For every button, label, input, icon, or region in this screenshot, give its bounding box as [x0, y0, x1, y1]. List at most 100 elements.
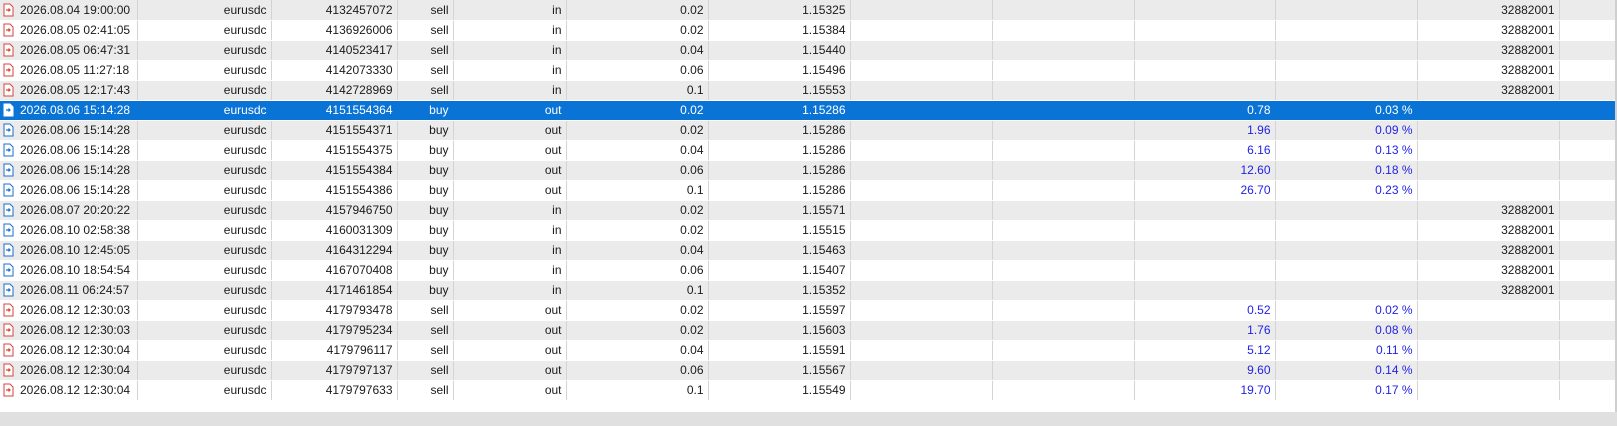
deal-time-text: 2026.08.04 19:00:00	[20, 2, 131, 17]
table-row[interactable]: 2026.08.12 12:30:03 eurusdc 4179793478 sell…	[0, 300, 1617, 321]
table-row[interactable]: 2026.08.05 02:41:05 eurusdc 4136926006 sell…	[0, 20, 1617, 41]
deal-price: 1.15286	[708, 160, 851, 181]
table-row[interactable]: 2026.08.12 12:30:04 eurusdc 4179796117 sell…	[0, 340, 1617, 361]
deal-position-id: 32882001	[1417, 200, 1560, 221]
deal-time-text: 2026.08.05 06:47:31	[20, 43, 131, 57]
empty-cell	[992, 60, 1135, 81]
empty-cell	[850, 140, 993, 161]
deal-ticket: 4151554371	[271, 120, 398, 141]
deal-price: 1.15603	[708, 320, 851, 341]
deal-direction: in	[453, 0, 567, 21]
empty-cell	[850, 60, 993, 81]
deal-symbol: eurusdc	[137, 380, 272, 401]
deal-time: 2026.08.06 15:14:28	[0, 140, 138, 161]
deal-ticket: 4179795234	[271, 320, 398, 341]
buy-deal-icon	[3, 183, 14, 197]
empty-cell	[1559, 160, 1617, 181]
deal-time-text: 2026.08.05 12:17:43	[20, 83, 131, 97]
empty-cell	[992, 320, 1135, 341]
deal-position-id: 32882001	[1417, 40, 1560, 61]
deal-direction: in	[453, 220, 567, 241]
deal-profit-percent: 0.17 %	[1275, 380, 1418, 401]
empty-cell	[850, 0, 993, 21]
deal-symbol: eurusdc	[137, 60, 272, 81]
table-row[interactable]: 2026.08.10 12:45:05 eurusdc 4164312294 buy i…	[0, 240, 1617, 261]
table-row[interactable]: 2026.08.05 06:47:31 eurusdc 4140523417 sell…	[0, 40, 1617, 61]
empty-cell	[1559, 180, 1617, 201]
deal-type: buy	[397, 160, 454, 181]
deal-time: 2026.08.12 12:30:03	[0, 300, 138, 321]
deal-profit	[1134, 260, 1276, 281]
deal-profit-percent	[1275, 220, 1418, 241]
deal-profit-percent: 0.03 %	[1275, 100, 1418, 121]
table-row[interactable]: 2026.08.11 06:24:57 eurusdc 4171461854 buy i…	[0, 280, 1617, 301]
table-row[interactable]: 2026.08.06 15:14:28 eurusdc 4151554371 buy o…	[0, 120, 1617, 141]
table-row[interactable]: 2026.08.12 12:30:04 eurusdc 4179797633 sell…	[0, 380, 1617, 401]
table-row[interactable]: 2026.08.12 12:30:03 eurusdc 4179795234 sell…	[0, 320, 1617, 341]
empty-cell	[1559, 360, 1617, 381]
deal-direction: in	[453, 240, 567, 261]
deal-direction: out	[453, 140, 567, 161]
table-row[interactable]: 2026.08.06 15:14:28 eurusdc 4151554386 buy o…	[0, 180, 1617, 201]
deal-symbol: eurusdc	[137, 180, 272, 201]
deal-position-id	[1417, 180, 1560, 201]
deal-ticket: 4179797137	[271, 360, 398, 381]
deal-profit-percent: 0.14 %	[1275, 360, 1418, 381]
empty-cell	[992, 120, 1135, 141]
deal-type: buy	[397, 200, 454, 221]
empty-cell	[992, 200, 1135, 221]
deal-symbol: eurusdc	[137, 140, 272, 161]
table-row[interactable]: 2026.08.05 12:17:43 eurusdc 4142728969 sell…	[0, 80, 1617, 101]
deal-profit-percent: 0.11 %	[1275, 340, 1418, 361]
deal-time: 2026.08.05 11:27:18	[0, 60, 138, 81]
empty-cell	[992, 380, 1135, 401]
deal-position-id	[1417, 340, 1560, 361]
deal-volume: 0.02	[566, 0, 709, 21]
deal-volume: 0.06	[566, 260, 709, 281]
deal-profit	[1134, 200, 1276, 221]
deal-profit-percent	[1275, 0, 1418, 21]
empty-cell	[1559, 0, 1617, 21]
empty-cell	[1559, 100, 1617, 121]
deal-time: 2026.08.10 18:54:54	[0, 260, 138, 281]
deal-volume: 0.02	[566, 120, 709, 141]
table-row[interactable]: 2026.08.05 11:27:18 eurusdc 4142073330 sell…	[0, 60, 1617, 81]
deal-direction: in	[453, 260, 567, 281]
table-row[interactable]: 2026.08.04 19:00:00 eurusdc 4132457072 sell…	[0, 0, 1617, 21]
deal-price: 1.15384	[708, 20, 851, 41]
empty-cell	[1559, 60, 1617, 81]
table-row[interactable]: 2026.08.10 18:54:54 eurusdc 4167070408 buy i…	[0, 260, 1617, 281]
empty-cell	[850, 120, 993, 141]
deal-time: 2026.08.06 15:14:28	[0, 180, 138, 201]
table-row[interactable]: 2026.08.06 15:14:28 eurusdc 4151554364 buy o…	[0, 100, 1617, 121]
empty-cell	[992, 220, 1135, 241]
table-row[interactable]: 2026.08.10 02:58:38 eurusdc 4160031309 buy i…	[0, 220, 1617, 241]
deal-profit-percent: 0.13 %	[1275, 140, 1418, 161]
deal-type: sell	[397, 320, 454, 341]
deal-profit	[1134, 280, 1276, 301]
deal-time: 2026.08.07 20:20:22	[0, 200, 138, 221]
deal-ticket: 4167070408	[271, 260, 398, 281]
deal-position-id	[1417, 140, 1560, 161]
deal-profit	[1134, 20, 1276, 41]
empty-cell	[1559, 200, 1617, 221]
deal-profit-percent	[1275, 20, 1418, 41]
deal-ticket: 4160031309	[271, 220, 398, 241]
horizontal-scrollbar[interactable]	[0, 412, 1617, 426]
table-row[interactable]: 2026.08.06 15:14:28 eurusdc 4151554384 buy o…	[0, 160, 1617, 181]
deal-direction: in	[453, 280, 567, 301]
deal-profit-percent: 0.18 %	[1275, 160, 1418, 181]
deal-price: 1.15463	[708, 240, 851, 261]
deal-type: sell	[397, 80, 454, 101]
deal-time: 2026.08.05 06:47:31	[0, 40, 138, 61]
deal-profit: 1.76	[1134, 320, 1276, 341]
sell-deal-icon	[3, 383, 14, 397]
table-row[interactable]: 2026.08.07 20:20:22 eurusdc 4157946750 buy i…	[0, 200, 1617, 221]
deal-symbol: eurusdc	[137, 0, 272, 21]
deal-type: buy	[397, 180, 454, 201]
empty-cell	[992, 360, 1135, 381]
table-row[interactable]: 2026.08.06 15:14:28 eurusdc 4151554375 buy o…	[0, 140, 1617, 161]
deal-price: 1.15591	[708, 340, 851, 361]
empty-cell	[850, 160, 993, 181]
table-row[interactable]: 2026.08.12 12:30:04 eurusdc 4179797137 sell…	[0, 360, 1617, 381]
